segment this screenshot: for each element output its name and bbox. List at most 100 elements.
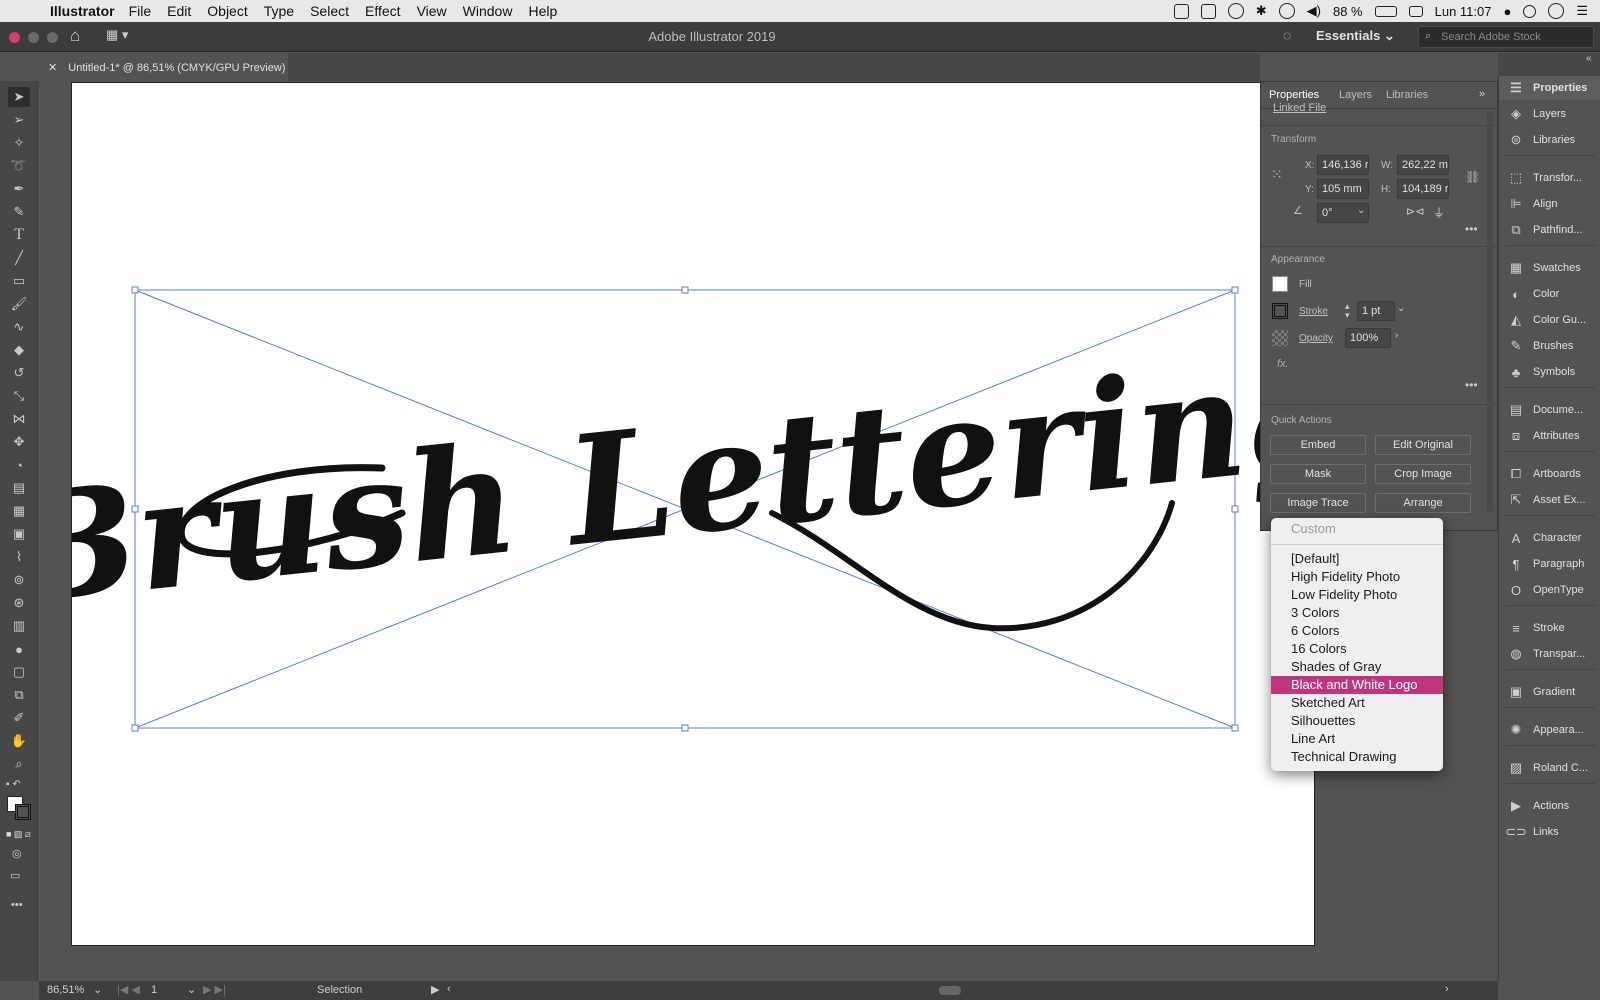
menu-effect[interactable]: Effect: [365, 3, 401, 19]
color-mode-icons[interactable]: ■ ▨ ⧄: [6, 829, 31, 840]
last-artboard-icon[interactable]: ▶ ▶|: [203, 983, 226, 996]
stroke-swatch[interactable]: [15, 804, 31, 820]
transform-more-options-icon[interactable]: •••: [1465, 222, 1478, 236]
dock-pathfinder[interactable]: ⧉ Pathfind...: [1499, 218, 1600, 242]
dock-character[interactable]: A Character: [1499, 526, 1600, 550]
x-position-field[interactable]: 146,136 r: [1317, 155, 1369, 175]
stroke-stepper-icon[interactable]: ▴ ▾: [1345, 302, 1350, 320]
edit-toolbar-icon[interactable]: •••: [11, 899, 23, 911]
selection-tool-icon[interactable]: ➤: [8, 87, 30, 107]
slice-tool-icon[interactable]: ▢: [8, 662, 30, 682]
reference-point-icon[interactable]: ⁙: [1271, 166, 1283, 183]
menu-app-name[interactable]: Illustrator: [50, 3, 115, 19]
paintbrush-tool-icon[interactable]: 🖌: [8, 294, 30, 314]
menu-item-line-art[interactable]: Line Art: [1271, 730, 1443, 748]
wifi-icon[interactable]: [1278, 3, 1295, 19]
adobe-stock-search-input[interactable]: ⌕ Search Adobe Stock: [1418, 26, 1594, 48]
notification-center-icon[interactable]: ☰: [1576, 3, 1588, 19]
horizontal-scrollbar-thumb[interactable]: [939, 986, 961, 995]
menu-view[interactable]: View: [417, 3, 447, 19]
appearance-more-options-icon[interactable]: •••: [1465, 378, 1478, 392]
type-tool-icon[interactable]: T: [8, 225, 30, 245]
menu-item-black-and-white-logo[interactable]: Black and White Logo: [1271, 676, 1443, 694]
menu-file[interactable]: File: [129, 3, 152, 19]
width-tool-icon[interactable]: ⋈: [8, 409, 30, 429]
menu-item-16-colors[interactable]: 16 Colors: [1271, 640, 1443, 658]
drawing-mode-icon[interactable]: ◎: [12, 847, 22, 860]
hand-tool-icon[interactable]: ✋: [8, 731, 30, 751]
dock-appearance[interactable]: ✺ Appeara...: [1499, 718, 1600, 742]
fx-effects-button[interactable]: fx.: [1277, 358, 1289, 370]
dock-color-guide[interactable]: ◭ Color Gu...: [1499, 308, 1600, 332]
artboard-tool-icon[interactable]: ●: [8, 639, 30, 659]
y-position-field[interactable]: 105 mm: [1317, 179, 1369, 199]
chevron-down-icon[interactable]: ⌄: [1357, 205, 1365, 216]
embed-button[interactable]: Embed: [1270, 435, 1366, 455]
menu-type[interactable]: Type: [264, 3, 294, 19]
dock-roland-cutstudio[interactable]: ▨ Roland C...: [1499, 756, 1600, 780]
dock-libraries[interactable]: ⊜ Libraries: [1499, 128, 1600, 152]
dock-links[interactable]: ⊂⊃ Links: [1499, 820, 1600, 844]
dock-transparency[interactable]: ◍ Transpar...: [1499, 642, 1600, 666]
height-field[interactable]: 104,189 r: [1397, 179, 1449, 199]
discover-lightbulb-icon[interactable]: ◌: [1283, 27, 1291, 43]
stroke-color-swatch[interactable]: [1272, 303, 1288, 319]
time-machine-icon[interactable]: [1227, 3, 1244, 19]
dock-transform[interactable]: ⬚ Transfor...: [1499, 166, 1600, 190]
tab-layers[interactable]: Layers: [1339, 82, 1372, 108]
crop-image-button[interactable]: Crop Image: [1375, 464, 1471, 484]
zoom-tool-icon[interactable]: ⌕: [8, 754, 30, 774]
dock-opentype[interactable]: O OpenType: [1499, 578, 1600, 602]
menu-select[interactable]: Select: [310, 3, 349, 19]
spotlight-icon[interactable]: [1523, 4, 1537, 18]
dock-stroke[interactable]: ≡ Stroke: [1499, 616, 1600, 640]
scale-tool-icon[interactable]: ⤡: [8, 386, 30, 406]
menu-item-low-fidelity-photo[interactable]: Low Fidelity Photo: [1271, 586, 1443, 604]
linked-file-link[interactable]: Linked File: [1273, 102, 1326, 114]
artboard-number-field[interactable]: 1: [151, 984, 157, 996]
stroke-label[interactable]: Stroke: [1299, 306, 1328, 317]
curvature-tool-icon[interactable]: ✎: [8, 202, 30, 222]
puppet-warp-tool-icon[interactable]: ✥: [8, 432, 30, 452]
dock-symbols[interactable]: ♣ Symbols: [1499, 360, 1600, 384]
menubar-clock[interactable]: Lun 11:07: [1435, 4, 1492, 19]
menu-item-6-colors[interactable]: 6 Colors: [1271, 622, 1443, 640]
chevron-down-icon[interactable]: ⌄: [187, 983, 196, 996]
blend-tool-icon[interactable]: ⊚: [8, 570, 30, 590]
dock-align[interactable]: ⊫ Align: [1499, 192, 1600, 216]
user-icon[interactable]: ●: [1503, 4, 1511, 19]
menu-item-technical-drawing[interactable]: Technical Drawing: [1271, 748, 1443, 766]
symbol-sprayer-tool-icon[interactable]: ⊛: [8, 593, 30, 613]
dock-paragraph[interactable]: ¶ Paragraph: [1499, 552, 1600, 576]
menu-item-sketched-art[interactable]: Sketched Art: [1271, 694, 1443, 712]
dock-swatches[interactable]: ▦ Swatches: [1499, 256, 1600, 280]
line-segment-tool-icon[interactable]: ╱: [8, 248, 30, 268]
eraser-tool-icon[interactable]: ◆: [8, 340, 30, 360]
swap-colors-icon[interactable]: ▪ ↶: [6, 779, 21, 790]
panel-scrollbar[interactable]: [1487, 112, 1493, 512]
adobe-status-icon[interactable]: [1173, 3, 1189, 19]
stroke-weight-field[interactable]: 1 pt: [1357, 301, 1395, 321]
dock-properties[interactable]: ☰ Properties: [1499, 76, 1600, 100]
artboard[interactable]: Brush Lettering: [71, 82, 1316, 946]
collapse-dock-icon[interactable]: «: [1586, 53, 1592, 64]
dock-gradient[interactable]: ▣ Gradient: [1499, 680, 1600, 704]
eyedropper-tool-icon[interactable]: ⌇: [8, 547, 30, 567]
arrange-button[interactable]: Arrange: [1375, 493, 1471, 513]
menu-window[interactable]: Window: [463, 3, 513, 19]
constrain-proportions-icon[interactable]: ⛓: [1465, 170, 1480, 184]
dock-color[interactable]: ◐ Color: [1499, 282, 1600, 306]
chevron-down-icon[interactable]: ⌄: [93, 983, 102, 996]
pen-tool-icon[interactable]: ✒: [8, 179, 30, 199]
menu-item-default[interactable]: [Default]: [1271, 550, 1443, 568]
siri-icon[interactable]: [1548, 3, 1565, 19]
dock-asset-export[interactable]: ⇱ Asset Ex...: [1499, 488, 1600, 512]
dock-document-info[interactable]: ▤ Docume...: [1499, 398, 1600, 422]
screen-mode-icon[interactable]: ▭: [10, 869, 20, 882]
dock-actions[interactable]: ▶ Actions: [1499, 794, 1600, 818]
tab-libraries[interactable]: Libraries: [1386, 82, 1428, 108]
status-menu-arrow-icon[interactable]: ▶: [431, 983, 439, 996]
horizontal-scrollbar-right-icon[interactable]: ›: [1445, 983, 1449, 995]
battery-percent[interactable]: 88 %: [1333, 4, 1363, 19]
scissors-tool-icon[interactable]: ⧉: [8, 685, 30, 705]
